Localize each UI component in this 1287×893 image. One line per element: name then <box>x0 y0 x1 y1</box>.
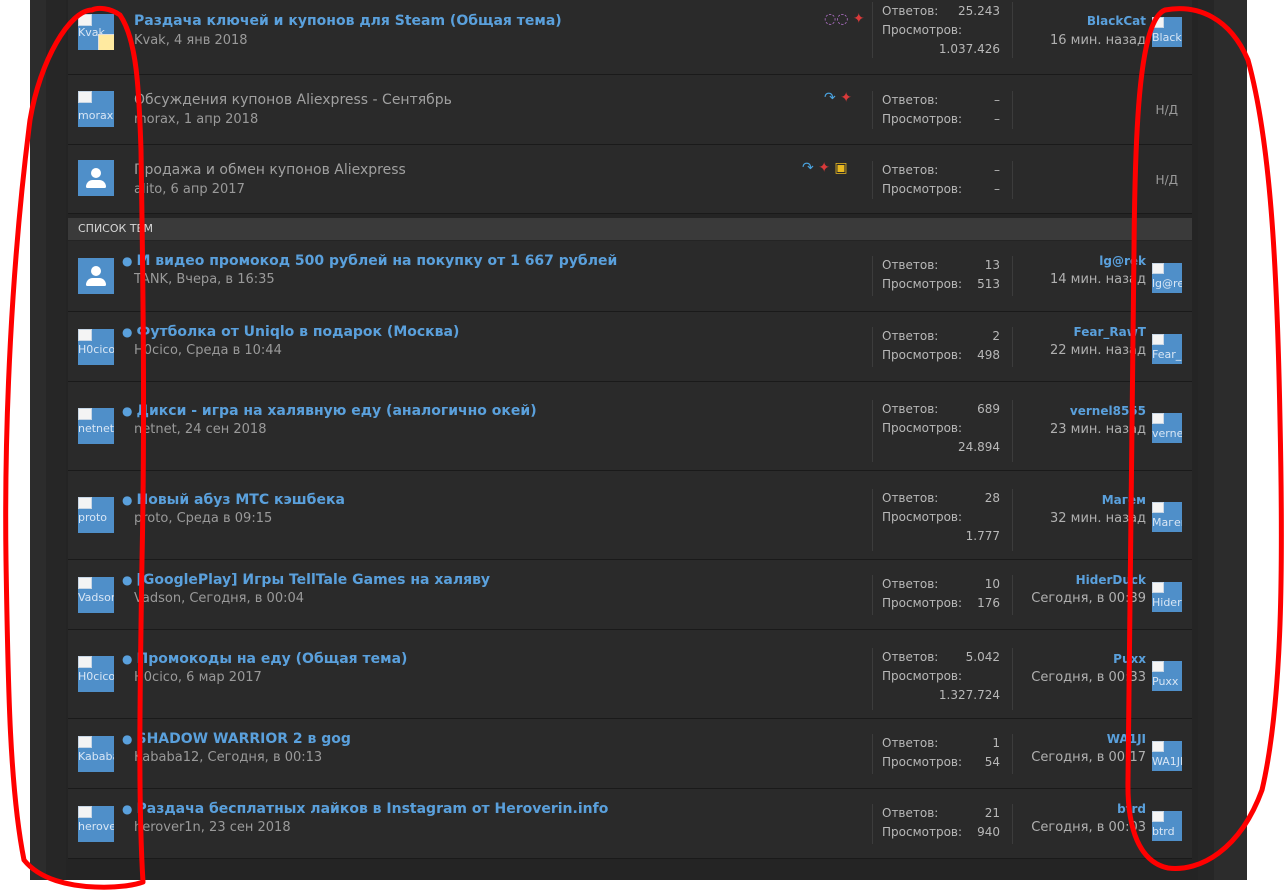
annotation-left-loop <box>3 5 147 890</box>
annotation-layer <box>3 5 1284 890</box>
annotation-right-loop <box>1125 6 1284 871</box>
